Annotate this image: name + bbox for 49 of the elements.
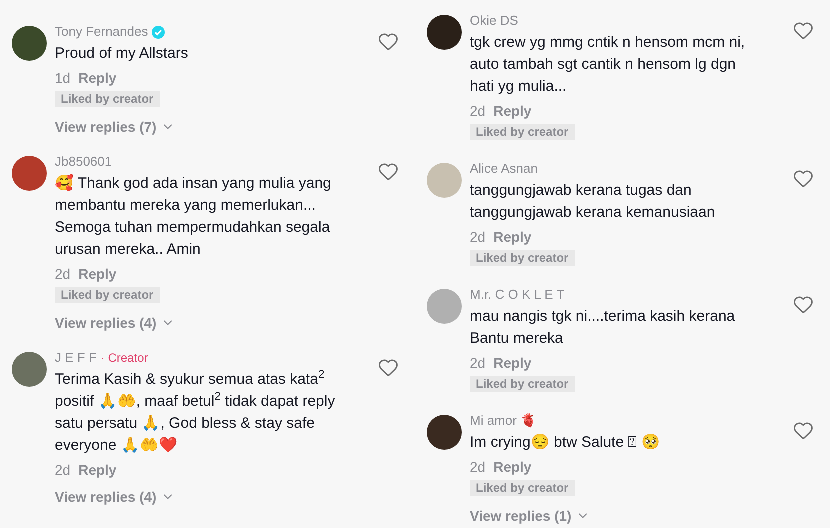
creator-label: · Creator xyxy=(100,350,148,367)
username[interactable]: Tony Fernandes xyxy=(55,22,148,42)
username[interactable]: J E F F xyxy=(55,348,97,368)
like-heart-icon[interactable] xyxy=(378,31,399,52)
username[interactable]: M.r. C O K L E T xyxy=(470,285,565,305)
liked-by-creator-label: Liked by creator xyxy=(470,480,575,496)
liked-by-creator-label: Liked by creator xyxy=(470,124,575,140)
reply-link[interactable]: Reply xyxy=(494,456,532,478)
view-replies-button[interactable]: View replies (7) xyxy=(55,115,175,139)
like-heart-icon[interactable] xyxy=(378,357,399,378)
comment-time: 2d xyxy=(470,458,486,476)
username[interactable]: Jb850601 xyxy=(55,152,112,172)
comment-text: tgk crew yg mmg cntik n hensom mcm ni, auto tambah sgt cantik n hensom lg dgn hati yg mulia... xyxy=(470,33,746,97)
comment-time: 1d xyxy=(55,68,71,88)
comment-time: 2d xyxy=(470,354,486,372)
comment-time: 2d xyxy=(55,460,71,480)
comment-time: 2d xyxy=(470,228,486,246)
username[interactable]: Mi amor 🫀 xyxy=(470,411,537,431)
comment-text: Terima Kasih & syukur semua atas kata$^{2}$ positif 🙏🤲, maaf betul$^{2}$ tidak dapat reply satu persatu 🙏, God bless & stay safe everyone 🙏🤲❤ xyxy=(55,369,336,456)
liked-by-creator-label: Liked by creator xyxy=(55,287,160,303)
reply-link[interactable]: Reply xyxy=(494,100,532,122)
avatar[interactable] xyxy=(12,26,47,61)
liked-by-creator-label: Liked by creator xyxy=(55,91,160,107)
reply-link[interactable]: Reply xyxy=(78,264,117,284)
reply-link[interactable]: Reply xyxy=(494,226,532,248)
username[interactable]: Okie DS xyxy=(470,11,518,31)
view-replies-button[interactable]: View replies (4) xyxy=(55,311,175,335)
comment-text: Im crying😔 btw Salute ⍰ 🥺 xyxy=(470,433,662,453)
like-heart-icon[interactable] xyxy=(793,168,814,189)
like-heart-icon[interactable] xyxy=(793,420,814,441)
view-replies-button[interactable]: View replies (4) xyxy=(55,485,175,509)
like-heart-icon[interactable] xyxy=(793,20,814,41)
comment-text: Proud of my Allstars xyxy=(55,44,190,64)
username[interactable]: Alice Asnan xyxy=(470,159,538,179)
avatar[interactable] xyxy=(427,15,462,50)
liked-by-creator-label: Liked by creator xyxy=(470,250,575,266)
like-heart-icon[interactable] xyxy=(378,161,399,182)
like-heart-icon[interactable] xyxy=(793,294,814,315)
reply-link[interactable]: Reply xyxy=(494,352,532,374)
comment-time: 2d xyxy=(55,264,71,284)
comment-text: mau nangis tgk ni....terima kasih kerana Bantu mereka xyxy=(470,307,736,349)
avatar[interactable] xyxy=(427,415,462,450)
view-replies-button[interactable]: View replies (1) xyxy=(470,504,590,528)
liked-by-creator-label: Liked by creator xyxy=(470,376,575,392)
comment-text: 🥰 Thank god ada insan yang mulia yang membantu mereka yang memerlukan... Semoga tuhan mempermudahkan segala urusan mereka.. Amin xyxy=(55,173,332,260)
comment-time: 2d xyxy=(470,102,486,120)
reply-link[interactable]: Reply xyxy=(78,460,117,480)
comment-text: tanggungjawab kerana tugas dan tanggungjawab kerana kemanusiaan xyxy=(470,181,716,223)
reply-link[interactable]: Reply xyxy=(78,68,117,88)
